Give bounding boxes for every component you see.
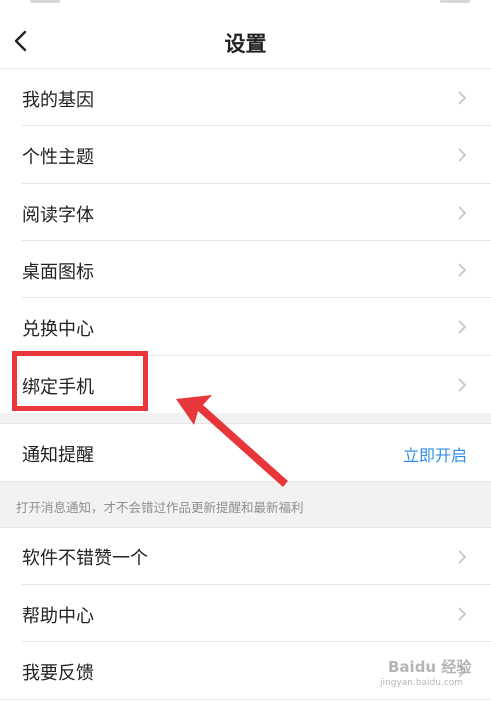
hint-text: 打开消息通知，才不会错过作品更新提醒和最新福利 xyxy=(16,500,304,515)
settings-item-label: 个性主题 xyxy=(22,147,94,168)
settings-item-rate-app[interactable]: 软件不错赞一个 xyxy=(0,528,491,585)
chevron-right-icon xyxy=(458,206,467,220)
chevron-right-icon xyxy=(458,91,467,105)
chevron-right-icon xyxy=(458,263,467,277)
chevron-right-icon xyxy=(458,378,467,392)
chevron-right-icon xyxy=(458,320,467,334)
chevron-right-icon xyxy=(458,607,467,621)
settings-item-help[interactable]: 帮助中心 xyxy=(0,585,491,642)
highlight-box xyxy=(12,351,148,411)
annotation-arrow-icon xyxy=(176,395,288,487)
settings-item-label: 桌面图标 xyxy=(22,262,94,283)
settings-item-label: 软件不错赞一个 xyxy=(22,548,148,569)
chevron-right-icon xyxy=(458,550,467,564)
settings-item-label: 通知提醒 xyxy=(22,445,94,466)
watermark-logo: Baidu 经验 jingyan.baidu.com xyxy=(372,650,482,695)
settings-item-desktop-icon[interactable]: 桌面图标 xyxy=(0,241,491,298)
settings-item-redeem[interactable]: 兑换中心 xyxy=(0,298,491,356)
watermark-text: Baidu 经验 xyxy=(388,658,472,676)
chevron-right-icon xyxy=(458,148,467,162)
page-title: 设置 xyxy=(224,32,267,56)
settings-item-label: 我要反馈 xyxy=(22,663,94,684)
status-bar xyxy=(0,0,491,14)
nav-bar: 设置 xyxy=(0,14,491,69)
settings-item-label: 帮助中心 xyxy=(22,606,94,627)
settings-item-font[interactable]: 阅读字体 xyxy=(0,184,491,241)
settings-item-label: 兑换中心 xyxy=(22,319,94,340)
settings-item-my-genes[interactable]: 我的基因 xyxy=(0,69,491,126)
enable-now-link[interactable]: 立即开启 xyxy=(403,442,467,466)
settings-item-theme[interactable]: 个性主题 xyxy=(0,126,491,184)
settings-item-label: 阅读字体 xyxy=(22,205,94,226)
watermark-url: jingyan.baidu.com xyxy=(380,678,464,688)
settings-item-label: 我的基因 xyxy=(22,90,94,111)
